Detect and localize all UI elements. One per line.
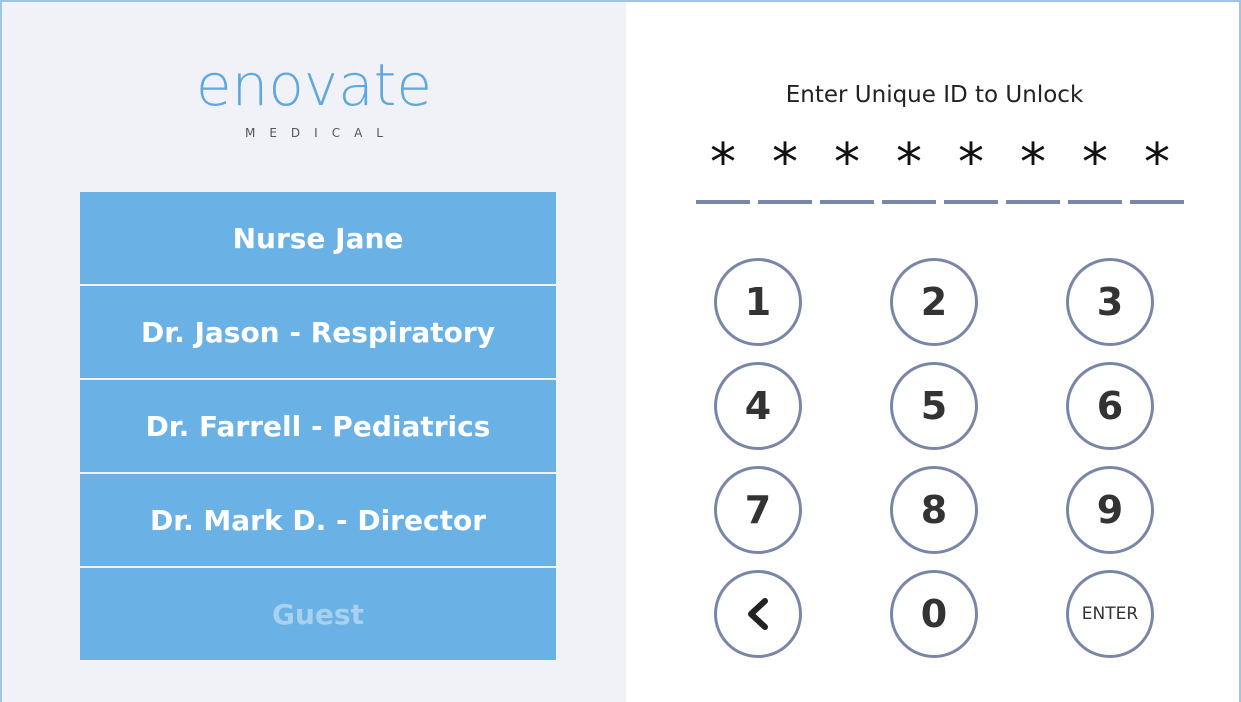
- user-button-dr-farrell[interactable]: Dr. Farrell - Pediatrics: [80, 380, 556, 472]
- pin-char: *: [1020, 133, 1046, 193]
- user-button-dr-mark[interactable]: Dr. Mark D. - Director: [80, 474, 556, 566]
- pin-char: *: [834, 133, 860, 193]
- pin-underline: [1068, 200, 1122, 204]
- pin-char: *: [710, 133, 736, 193]
- pin-underline: [1130, 200, 1184, 204]
- pin-char: *: [896, 133, 922, 193]
- pin-slot: *: [696, 134, 750, 204]
- unlock-prompt: Enter Unique ID to Unlock: [785, 82, 1084, 108]
- pin-display: * * * * * * * *: [696, 134, 1184, 204]
- key-1[interactable]: 1: [714, 258, 802, 346]
- key-4[interactable]: 4: [714, 362, 802, 450]
- pin-slot: *: [1130, 134, 1184, 204]
- pin-underline: [758, 200, 812, 204]
- pin-slot: *: [882, 134, 936, 204]
- user-list: Nurse Jane Dr. Jason - Respiratory Dr. F…: [80, 192, 556, 662]
- key-5[interactable]: 5: [890, 362, 978, 450]
- key-7[interactable]: 7: [714, 466, 802, 554]
- pin-char: *: [1082, 133, 1108, 193]
- logo-wordmark: enovate: [195, 51, 433, 119]
- pin-entry-panel: Enter Unique ID to Unlock * * * * * * * …: [626, 2, 1239, 702]
- chevron-left-icon: [748, 598, 768, 630]
- key-9[interactable]: 9: [1066, 466, 1154, 554]
- pin-underline: [820, 200, 874, 204]
- pin-underline: [1006, 200, 1060, 204]
- pin-slot: *: [944, 134, 998, 204]
- key-3[interactable]: 3: [1066, 258, 1154, 346]
- logo-subtitle: MEDICAL: [245, 126, 397, 140]
- pin-char: *: [1144, 133, 1170, 193]
- pin-char: *: [958, 133, 984, 193]
- unlock-screen: enovate MEDICAL Nurse Jane Dr. Jason - R…: [0, 0, 1241, 702]
- pin-char: *: [772, 133, 798, 193]
- key-8[interactable]: 8: [890, 466, 978, 554]
- pin-slot: *: [820, 134, 874, 204]
- key-6[interactable]: 6: [1066, 362, 1154, 450]
- pin-underline: [882, 200, 936, 204]
- user-button-dr-jason[interactable]: Dr. Jason - Respiratory: [80, 286, 556, 378]
- user-select-panel: enovate MEDICAL Nurse Jane Dr. Jason - R…: [2, 2, 626, 702]
- key-2[interactable]: 2: [890, 258, 978, 346]
- user-button-nurse-jane[interactable]: Nurse Jane: [80, 192, 556, 284]
- pin-underline: [944, 200, 998, 204]
- user-button-guest[interactable]: Guest: [80, 568, 556, 660]
- pin-underline: [696, 200, 750, 204]
- backspace-button[interactable]: [714, 570, 802, 658]
- pin-slot: *: [1068, 134, 1122, 204]
- enter-button[interactable]: ENTER: [1066, 570, 1154, 658]
- pin-slot: *: [758, 134, 812, 204]
- enovate-logo: enovate MEDICAL: [2, 50, 626, 140]
- pin-slot: *: [1006, 134, 1060, 204]
- key-0[interactable]: 0: [890, 570, 978, 658]
